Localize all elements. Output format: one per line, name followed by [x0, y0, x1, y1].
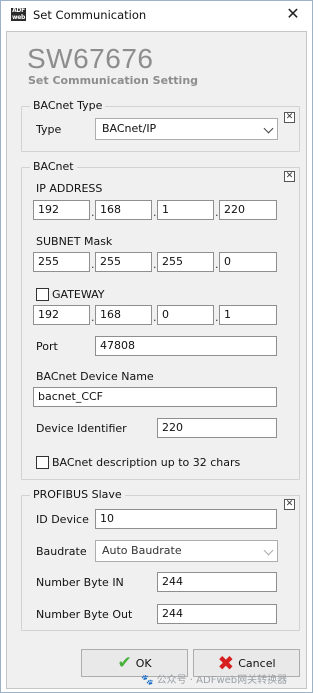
- product-code: SW67676: [27, 43, 154, 74]
- byte-out-label: Number Byte Out: [36, 608, 133, 621]
- gateway-dot-separator: .: [153, 311, 157, 324]
- set-communication-window: ADF web Set Communication ✕ SW67676 Set …: [0, 0, 313, 693]
- ip-address-label: IP ADDRESS: [36, 182, 103, 195]
- baudrate-select-value: Auto Baudrate: [102, 544, 182, 557]
- ip-dot-separator: .: [215, 206, 219, 219]
- subnet-octet-3-input[interactable]: 255: [157, 252, 214, 272]
- description-32-checkbox[interactable]: [36, 456, 49, 469]
- subnet-dot-separator: .: [91, 258, 95, 271]
- device-name-input[interactable]: bacnet_CCF: [33, 387, 277, 407]
- subnet-mask-label: SUBNET Mask: [36, 235, 113, 248]
- bacnet-collapse-icon[interactable]: ✕: [284, 171, 295, 182]
- baudrate-label: Baudrate: [36, 545, 87, 558]
- description-32-label: BACnet description up to 32 chars: [52, 456, 241, 469]
- bacnet-group-title: BACnet: [30, 161, 77, 173]
- subnet-octet-2-input[interactable]: 255: [95, 252, 152, 272]
- bacnet-type-group-title: BACnet Type: [30, 100, 106, 112]
- byte-in-input[interactable]: 244: [157, 572, 277, 592]
- gateway-checkbox[interactable]: [36, 288, 49, 301]
- ip-octet-3-input[interactable]: 1: [157, 200, 214, 220]
- subnet-octet-1-input[interactable]: 255: [33, 252, 90, 272]
- byte-in-label: Number Byte IN: [36, 576, 124, 589]
- checkmark-icon: ✔: [117, 652, 132, 673]
- page-subtitle: Set Communication Setting: [28, 74, 199, 87]
- cancel-button-label: Cancel: [238, 656, 276, 670]
- close-button[interactable]: ✕: [284, 5, 302, 23]
- profibus-group-title: PROFIBUS Slave: [30, 489, 125, 501]
- gateway-octet-3-input[interactable]: 0: [157, 305, 214, 325]
- gateway-octet-1-input[interactable]: 192: [33, 305, 90, 325]
- id-device-input[interactable]: 10: [95, 509, 277, 529]
- device-identifier-input[interactable]: 220: [157, 418, 277, 438]
- ip-octet-4-input[interactable]: 220: [219, 200, 277, 220]
- subnet-octet-4-input[interactable]: 0: [219, 252, 277, 272]
- type-label: Type: [36, 123, 62, 136]
- gateway-label: GATEWAY: [52, 288, 105, 301]
- port-input[interactable]: 47808: [95, 336, 277, 356]
- ip-dot-separator: .: [91, 206, 95, 219]
- gateway-octet-4-input[interactable]: 1: [219, 305, 277, 325]
- device-identifier-label: Device Identifier: [36, 422, 127, 435]
- profibus-collapse-icon[interactable]: ✕: [284, 499, 295, 510]
- subnet-dot-separator: .: [215, 258, 219, 271]
- gateway-octet-2-input[interactable]: 168: [95, 305, 152, 325]
- title-bar: ADF web Set Communication ✕: [1, 1, 312, 29]
- wechat-watermark: 🐾 公众号 · ADFweb网关转换器: [141, 675, 288, 686]
- window-title: Set Communication: [33, 8, 147, 22]
- gateway-dot-separator: .: [91, 311, 95, 324]
- chevron-down-icon: [263, 545, 274, 556]
- port-label: Port: [36, 340, 58, 353]
- baudrate-select[interactable]: Auto Baudrate: [95, 540, 278, 562]
- ip-octet-1-input[interactable]: 192: [33, 200, 90, 220]
- type-select-value: BACnet/IP: [102, 122, 157, 135]
- ok-button-label: OK: [135, 656, 152, 670]
- gateway-dot-separator: .: [215, 311, 219, 324]
- app-logo-icon: ADF web: [11, 7, 26, 21]
- id-device-label: ID Device: [36, 513, 89, 526]
- cancel-x-icon: ✖: [217, 651, 235, 675]
- subnet-dot-separator: .: [153, 258, 157, 271]
- byte-out-input[interactable]: 244: [157, 604, 277, 624]
- bacnet-type-collapse-icon[interactable]: ✕: [284, 112, 295, 123]
- chevron-down-icon: [263, 123, 274, 134]
- type-select[interactable]: BACnet/IP: [95, 118, 278, 140]
- ip-dot-separator: .: [153, 206, 157, 219]
- device-name-label: BACnet Device Name: [36, 370, 154, 383]
- ip-octet-2-input[interactable]: 168: [95, 200, 152, 220]
